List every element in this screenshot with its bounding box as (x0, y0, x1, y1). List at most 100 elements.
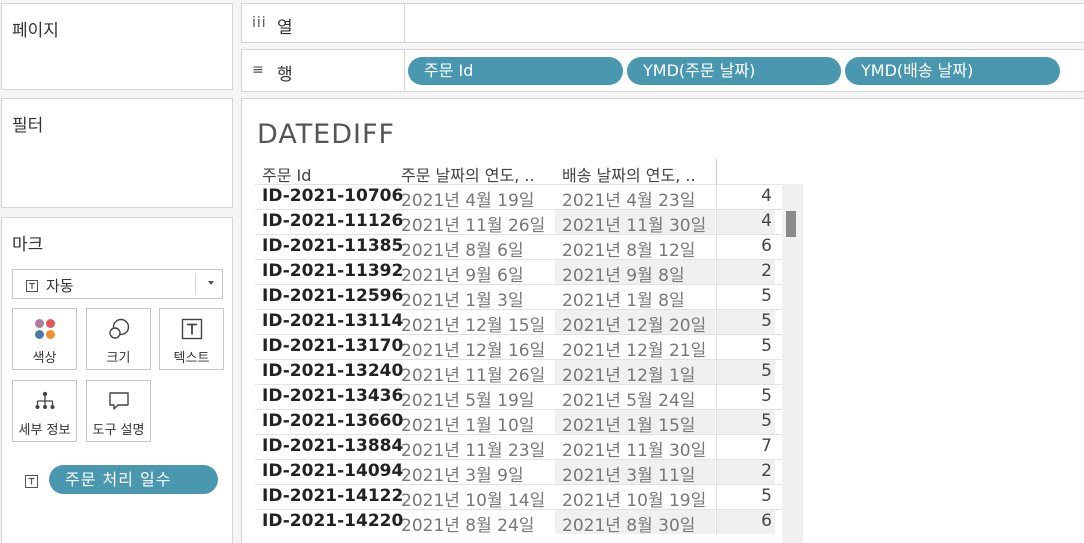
order-date-cell[interactable]: 2021년 4월 19일 (401, 186, 555, 211)
header-divider (716, 159, 717, 184)
text-t-icon (181, 318, 203, 340)
processing-days-cell[interactable]: 7 (716, 435, 775, 459)
text-encoding-icon (25, 473, 38, 492)
columns-label: 열 (277, 18, 293, 38)
color-button[interactable]: 색상 (12, 308, 77, 370)
size-button[interactable]: 크기 (86, 308, 151, 370)
ship-date-cell[interactable]: 2021년 5월 24일 (555, 385, 715, 411)
processing-days-cell[interactable]: 5 (716, 360, 775, 384)
tooltip-label: 도구 설명 (92, 423, 145, 438)
table-row[interactable]: ID-2021-11126 2021년 11월 26일 2021년 11월 30일 4 (255, 209, 803, 236)
order-date-cell[interactable]: 2021년 5월 19일 (401, 386, 555, 411)
ship-date-cell[interactable]: 2021년 8월 30일 (555, 510, 715, 536)
processing-days-cell[interactable]: 5 (716, 485, 775, 509)
table-row[interactable]: ID-2021-13114 2021년 12월 15일 2021년 12월 20일 5 (255, 309, 803, 336)
order-id-cell[interactable]: ID-2021-14122 (262, 486, 403, 506)
processing-days-cell[interactable]: 4 (716, 210, 775, 234)
size-label: 크기 (106, 351, 131, 366)
dropdown-separator (195, 273, 196, 295)
order-id-cell[interactable]: ID-2021-10706 (262, 186, 403, 206)
ship-date-cell[interactable]: 2021년 9월 8일 (555, 260, 715, 286)
order-id-cell[interactable]: ID-2021-13114 (262, 311, 403, 331)
ship-date-cell[interactable]: 2021년 4월 23일 (555, 185, 715, 211)
table-row[interactable]: ID-2021-11392 2021년 9월 6일 2021년 9월 8일 2 (255, 259, 803, 286)
order-date-cell[interactable]: 2021년 1월 3일 (401, 286, 555, 311)
table-row[interactable]: ID-2021-13170 2021년 12월 16일 2021년 12월 21일 5 (255, 334, 803, 361)
ship-date-cell[interactable]: 2021년 12월 1일 (555, 360, 715, 386)
text-mark-icon (26, 277, 38, 296)
viz-title[interactable]: DATEDIFF (257, 119, 395, 150)
processing-days-pill[interactable]: 주문 처리 일수 (49, 465, 218, 494)
header-order-id[interactable]: 주문 Id (262, 162, 397, 186)
detail-button[interactable]: 세부 정보 (12, 380, 77, 442)
order-id-cell[interactable]: ID-2021-13170 (262, 336, 403, 356)
processing-days-cell[interactable]: 6 (716, 510, 775, 534)
table-row[interactable]: ID-2021-14094 2021년 3월 9일 2021년 3월 11일 2 (255, 459, 803, 486)
text-button[interactable]: 텍스트 (159, 308, 224, 370)
columns-shelf[interactable]: iii 열 (241, 3, 1084, 43)
processing-days-cell[interactable]: 5 (716, 310, 775, 334)
table-row[interactable]: ID-2021-14220 2021년 8월 24일 2021년 8월 30일 6 (255, 509, 803, 536)
processing-days-cell[interactable]: 2 (716, 260, 775, 284)
table-row[interactable]: ID-2021-13436 2021년 5월 19일 2021년 5월 24일 5 (255, 384, 803, 411)
columns-icon: iii (252, 15, 267, 31)
order-date-cell[interactable]: 2021년 10월 14일 (401, 486, 555, 511)
header-order-date[interactable]: 주문 날짜의 연도, .. (401, 162, 556, 186)
order-id-cell[interactable]: ID-2021-11385 (262, 236, 403, 256)
ship-date-cell[interactable]: 2021년 11월 30일 (555, 435, 715, 461)
order-id-pill[interactable]: 주문 Id (408, 57, 623, 85)
processing-days-cell[interactable]: 6 (716, 235, 775, 259)
pages-card[interactable]: 페이지 (1, 3, 233, 90)
order-id-cell[interactable]: ID-2021-14094 (262, 461, 403, 481)
vertical-scrollbar[interactable] (782, 184, 803, 543)
order-date-cell[interactable]: 2021년 12월 15일 (401, 311, 555, 336)
order-date-cell[interactable]: 2021년 9월 6일 (401, 261, 555, 286)
filters-card[interactable]: 필터 (1, 98, 233, 208)
table-row[interactable]: ID-2021-11385 2021년 8월 6일 2021년 8월 12일 6 (255, 234, 803, 261)
order-date-cell[interactable]: 2021년 8월 24일 (401, 511, 555, 536)
order-id-cell[interactable]: ID-2021-13884 (262, 436, 403, 456)
processing-days-cell[interactable]: 5 (716, 285, 775, 309)
table-row[interactable]: ID-2021-10706 2021년 4월 19일 2021년 4월 23일 4 (255, 184, 803, 211)
rows-label: 행 (277, 65, 293, 85)
ship-date-cell[interactable]: 2021년 1월 15일 (555, 410, 715, 436)
processing-days-cell[interactable]: 5 (716, 410, 775, 434)
order-id-cell[interactable]: ID-2021-14220 (262, 511, 403, 531)
table-row[interactable]: ID-2021-13884 2021년 11월 23일 2021년 11월 30일 7 (255, 434, 803, 461)
order-id-cell[interactable]: ID-2021-12596 (262, 286, 403, 306)
order-id-cell[interactable]: ID-2021-13436 (262, 386, 403, 406)
order-date-cell[interactable]: 2021년 12월 16일 (401, 336, 555, 361)
ship-date-cell[interactable]: 2021년 11월 30일 (555, 210, 715, 236)
order-date-pill[interactable]: YMD(주문 날짜) (627, 57, 841, 85)
mark-type-dropdown[interactable]: 자동 (12, 269, 223, 299)
ship-date-pill[interactable]: YMD(배송 날짜) (845, 57, 1060, 85)
ship-date-cell[interactable]: 2021년 8월 12일 (555, 235, 715, 261)
processing-days-cell[interactable]: 2 (716, 460, 775, 484)
table-row[interactable]: ID-2021-14122 2021년 10월 14일 2021년 10월 19일 5 (255, 484, 803, 511)
order-date-cell[interactable]: 2021년 11월 26일 (401, 211, 555, 236)
order-date-cell[interactable]: 2021년 3월 9일 (401, 461, 555, 486)
table-row[interactable]: ID-2021-13660 2021년 1월 10일 2021년 1월 15일 5 (255, 409, 803, 436)
order-id-cell[interactable]: ID-2021-11392 (262, 261, 403, 281)
scrollbar-thumb[interactable] (786, 211, 796, 237)
order-date-cell[interactable]: 2021년 8월 6일 (401, 236, 555, 261)
processing-days-cell[interactable]: 5 (716, 335, 775, 359)
header-ship-date[interactable]: 배송 날짜의 연도, .. (562, 162, 717, 186)
table-row[interactable]: ID-2021-12596 2021년 1월 3일 2021년 1월 8일 5 (255, 284, 803, 311)
order-date-cell[interactable]: 2021년 11월 23일 (401, 436, 555, 461)
order-date-cell[interactable]: 2021년 11월 26일 (401, 361, 555, 386)
rows-shelf[interactable]: ≡ 행 주문 Id YMD(주문 날짜) YMD(배송 날짜) (241, 49, 1084, 92)
order-id-cell[interactable]: ID-2021-11126 (262, 211, 403, 231)
order-date-cell[interactable]: 2021년 1월 10일 (401, 411, 555, 436)
ship-date-cell[interactable]: 2021년 1월 8일 (555, 285, 715, 311)
ship-date-cell[interactable]: 2021년 3월 11일 (555, 460, 715, 486)
processing-days-cell[interactable]: 5 (716, 385, 775, 409)
ship-date-cell[interactable]: 2021년 12월 20일 (555, 310, 715, 336)
order-id-cell[interactable]: ID-2021-13240 (262, 361, 403, 381)
ship-date-cell[interactable]: 2021년 10월 19일 (555, 485, 715, 511)
order-id-cell[interactable]: ID-2021-13660 (262, 411, 403, 431)
table-row[interactable]: ID-2021-13240 2021년 11월 26일 2021년 12월 1일 5 (255, 359, 803, 386)
ship-date-cell[interactable]: 2021년 12월 21일 (555, 335, 715, 361)
tooltip-button[interactable]: 도구 설명 (86, 380, 151, 442)
processing-days-cell[interactable]: 4 (716, 185, 775, 209)
